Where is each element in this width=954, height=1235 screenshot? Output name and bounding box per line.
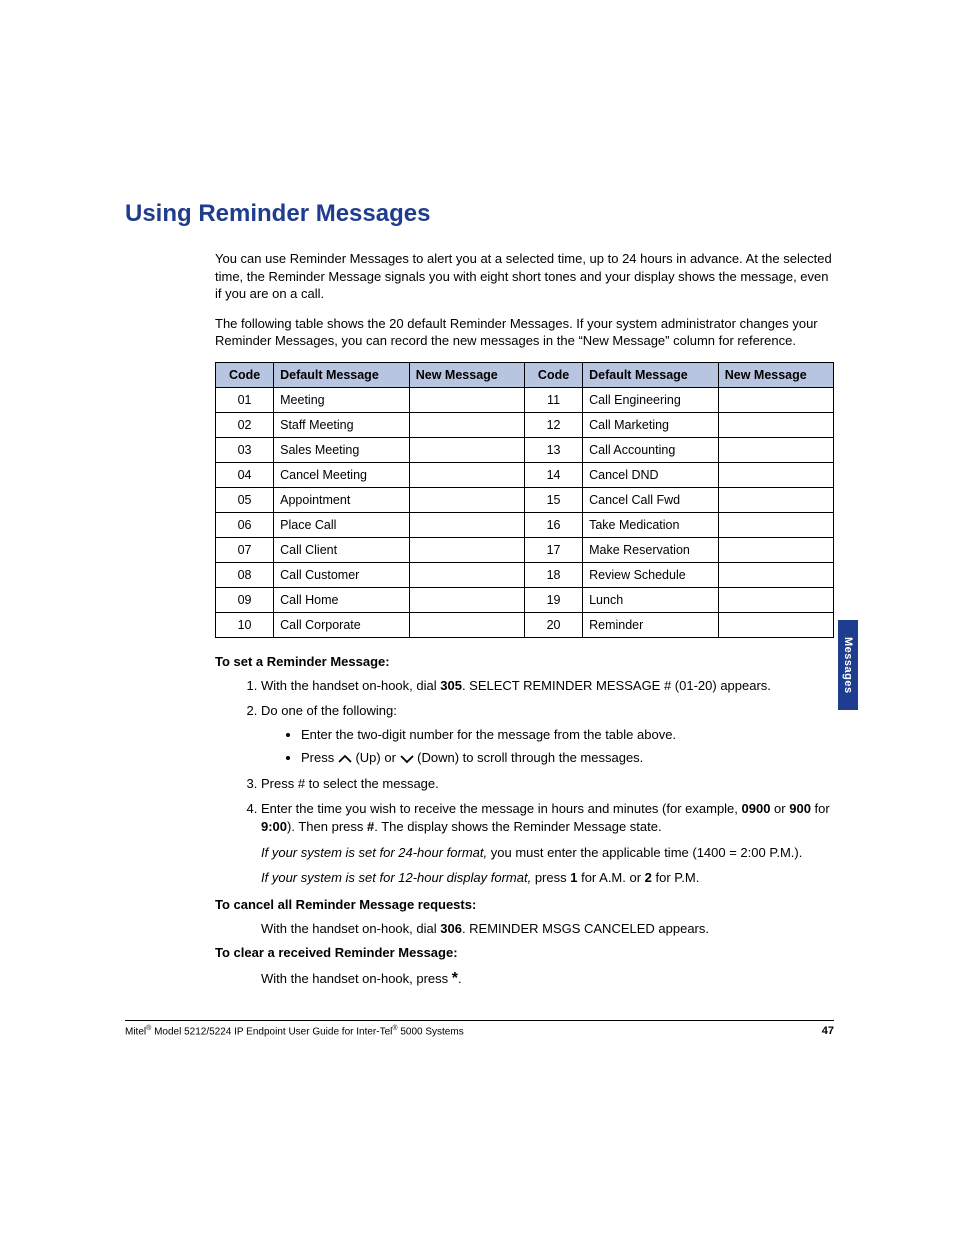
note-24h: If your system is set for 24-hour format… [261, 845, 487, 860]
up-arrow-icon [338, 754, 352, 764]
intro-para-1: You can use Reminder Messages to alert y… [215, 250, 834, 303]
th-new-1: New Message [409, 362, 524, 387]
step-3: Press # to select the message. [261, 775, 834, 793]
cancel-title: To cancel all Reminder Message requests: [215, 897, 834, 912]
table-row: 06Place Call16Take Medication [216, 512, 834, 537]
set-steps-list: With the handset on-hook, dial 305. SELE… [215, 677, 834, 887]
table-row: 05Appointment15Cancel Call Fwd [216, 487, 834, 512]
table-row: 10Call Corporate20Reminder [216, 612, 834, 637]
step-1: With the handset on-hook, dial 305. SELE… [261, 677, 834, 695]
th-new-2: New Message [718, 362, 833, 387]
th-code-2: Code [524, 362, 582, 387]
clear-title: To clear a received Reminder Message: [215, 945, 834, 960]
table-row: 07Call Client17Make Reservation [216, 537, 834, 562]
table-row: 09Call Home19Lunch [216, 587, 834, 612]
table-row: 03Sales Meeting13Call Accounting [216, 437, 834, 462]
table-row: 04Cancel Meeting14Cancel DND [216, 462, 834, 487]
page-number: 47 [822, 1025, 834, 1037]
clear-text: With the handset on-hook, press *. [261, 968, 834, 990]
th-default-2: Default Message [583, 362, 719, 387]
table-row: 01Meeting11Call Engineering [216, 387, 834, 412]
table-row: 02Staff Meeting12Call Marketing [216, 412, 834, 437]
page-footer: Mitel® Model 5212/5224 IP Endpoint User … [125, 1020, 834, 1037]
footer-text: Mitel® Model 5212/5224 IP Endpoint User … [125, 1025, 464, 1037]
step-2-bullet-1: Enter the two-digit number for the messa… [301, 726, 834, 744]
note-12h: If your system is set for 12-hour displa… [261, 870, 531, 885]
page-heading: Using Reminder Messages [125, 200, 834, 228]
step-2: Do one of the following: Enter the two-d… [261, 702, 834, 767]
cancel-text: With the handset on-hook, dial 306. REMI… [261, 920, 834, 938]
step-2-bullet-2: Press (Up) or (Down) to scroll through t… [301, 749, 834, 767]
step-4: Enter the time you wish to receive the m… [261, 800, 834, 886]
th-default-1: Default Message [274, 362, 410, 387]
intro-para-2: The following table shows the 20 default… [215, 315, 834, 350]
set-reminder-title: To set a Reminder Message: [215, 654, 834, 669]
side-tab-messages: Messages [838, 620, 858, 710]
table-row: 08Call Customer18Review Schedule [216, 562, 834, 587]
down-arrow-icon [400, 754, 414, 764]
reminder-table: Code Default Message New Message Code De… [215, 362, 834, 638]
th-code-1: Code [216, 362, 274, 387]
